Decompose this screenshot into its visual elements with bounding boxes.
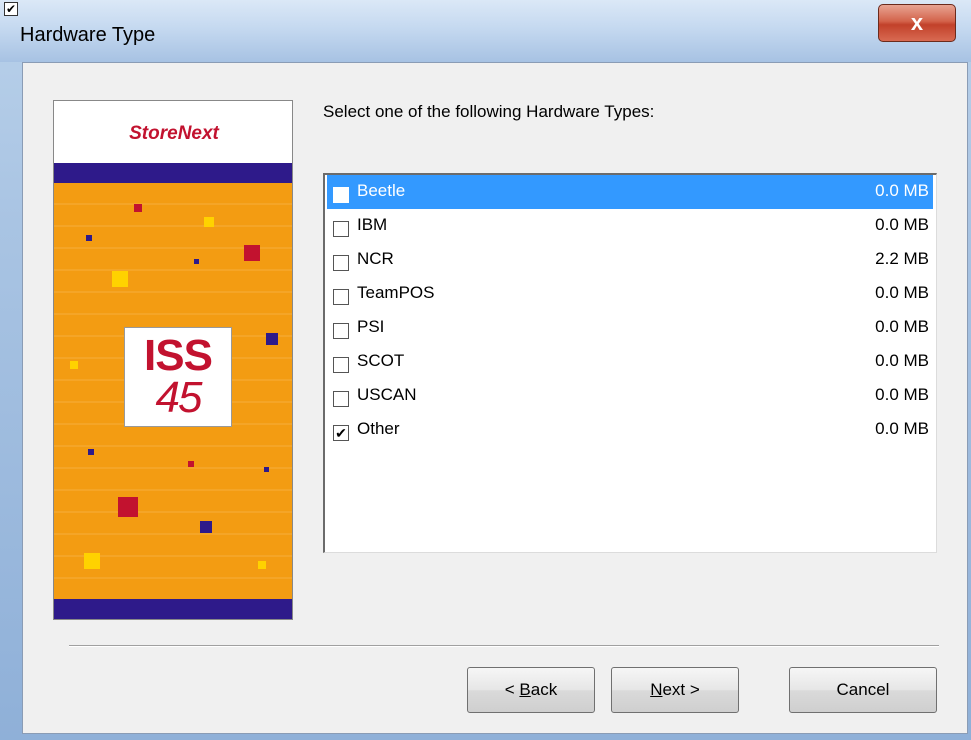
back-button-label: ack bbox=[530, 680, 558, 699]
next-button-mnemonic: N bbox=[650, 680, 663, 699]
list-item[interactable]: USCAN 0.0 MB bbox=[327, 379, 933, 413]
decor-square bbox=[70, 361, 78, 369]
list-item-size: 2.2 MB bbox=[875, 249, 929, 268]
cancel-button[interactable]: Cancel bbox=[789, 667, 937, 713]
dialog-window: ✔ Hardware Type x StoreNext ISS 45 Selec… bbox=[0, 0, 971, 740]
list-item-label: IBM bbox=[357, 215, 388, 234]
decor-square bbox=[244, 245, 260, 261]
next-button-label: ext > bbox=[662, 680, 700, 699]
list-item[interactable]: TeamPOS 0.0 MB bbox=[327, 277, 933, 311]
window-title: Hardware Type bbox=[20, 24, 156, 46]
decor-square bbox=[204, 217, 214, 227]
list-item-size: 0.0 MB bbox=[875, 317, 929, 336]
list-item-label: USCAN bbox=[357, 385, 417, 404]
list-item-size: 0.0 MB bbox=[875, 283, 929, 302]
list-item-label: Other bbox=[357, 419, 400, 438]
checkbox[interactable] bbox=[333, 255, 349, 271]
storenext-banner: StoreNext ISS 45 bbox=[53, 100, 293, 620]
list-item-label: PSI bbox=[357, 317, 385, 336]
list-item[interactable]: NCR 2.2 MB bbox=[327, 243, 933, 277]
iss45-logo: ISS 45 bbox=[124, 327, 232, 427]
title-bar[interactable]: ✔ Hardware Type x bbox=[0, 0, 971, 62]
list-item[interactable]: IBM 0.0 MB bbox=[327, 209, 933, 243]
decor-square bbox=[112, 271, 128, 287]
prompt-text: Select one of the following Hardware Typ… bbox=[323, 102, 655, 121]
list-item-size: 0.0 MB bbox=[875, 181, 929, 200]
list-item[interactable]: PSI 0.0 MB bbox=[327, 311, 933, 345]
decor-square bbox=[134, 204, 142, 212]
decor-square bbox=[266, 333, 278, 345]
checkbox[interactable] bbox=[333, 391, 349, 407]
checkbox[interactable] bbox=[333, 289, 349, 305]
list-item[interactable]: SCOT 0.0 MB bbox=[327, 345, 933, 379]
list-item-size: 0.0 MB bbox=[875, 351, 929, 370]
decor-square bbox=[86, 235, 92, 241]
list-item[interactable]: ✔ Other 0.0 MB bbox=[327, 413, 933, 447]
decor-square bbox=[84, 553, 100, 569]
decor-square bbox=[188, 461, 194, 467]
checkbox[interactable]: ✔ bbox=[333, 425, 349, 441]
list-item-label: NCR bbox=[357, 249, 394, 268]
decor-square bbox=[88, 449, 94, 455]
iss45-logo-version: 45 bbox=[155, 373, 203, 422]
checkbox[interactable] bbox=[333, 357, 349, 373]
list-item-label: SCOT bbox=[357, 351, 405, 370]
list-item[interactable]: Beetle 0.0 MB bbox=[327, 175, 933, 209]
iss45-logo-text: ISS bbox=[144, 331, 213, 380]
next-button[interactable]: Next > bbox=[611, 667, 739, 713]
back-button[interactable]: < Back bbox=[467, 667, 595, 713]
checkbox[interactable] bbox=[333, 221, 349, 237]
decor-square bbox=[200, 521, 212, 533]
banner-header: StoreNext bbox=[54, 101, 292, 163]
hardware-type-list[interactable]: Beetle 0.0 MB IBM 0.0 MB NCR 2.2 MB Team… bbox=[323, 173, 937, 553]
storenext-logo: StoreNext bbox=[129, 123, 219, 144]
checkbox[interactable] bbox=[333, 187, 349, 203]
list-item-size: 0.0 MB bbox=[875, 215, 929, 234]
title-checkbox-icon: ✔ bbox=[4, 2, 18, 16]
list-item-label: Beetle bbox=[357, 181, 406, 200]
close-button[interactable]: x bbox=[878, 4, 956, 42]
list-item-label: TeamPOS bbox=[357, 283, 435, 302]
list-item-size: 0.0 MB bbox=[875, 419, 929, 438]
dialog-client-area: StoreNext ISS 45 Select one of the follo… bbox=[22, 62, 968, 734]
banner-top-band bbox=[54, 163, 292, 183]
back-button-mnemonic: B bbox=[519, 680, 531, 699]
checkbox[interactable] bbox=[333, 323, 349, 339]
decor-square bbox=[194, 259, 199, 264]
checkmark-icon: ✔ bbox=[335, 425, 347, 441]
button-divider bbox=[69, 645, 939, 647]
decor-square bbox=[264, 467, 269, 472]
decor-square bbox=[258, 561, 266, 569]
decor-square bbox=[118, 497, 138, 517]
list-item-size: 0.0 MB bbox=[875, 385, 929, 404]
back-button-prefix: < bbox=[504, 680, 520, 699]
banner-bottom-band bbox=[54, 599, 292, 619]
